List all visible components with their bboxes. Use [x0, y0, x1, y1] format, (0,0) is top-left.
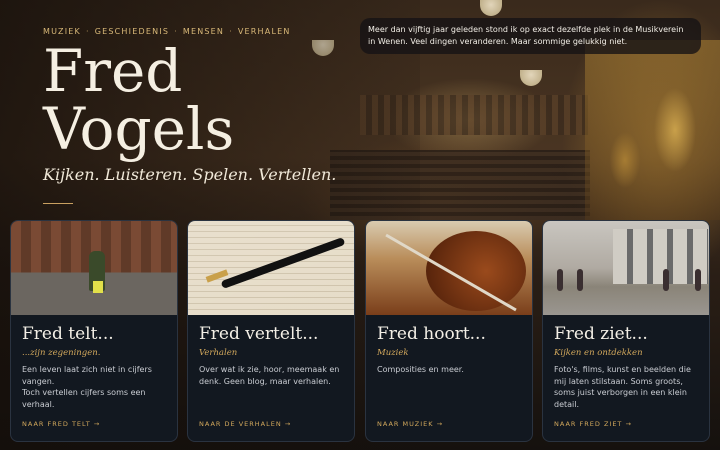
card-image-street-scene — [543, 221, 709, 315]
chandelier-icon — [520, 70, 542, 86]
card-description: Een leven laat zich niet in cijfers vang… — [22, 364, 170, 410]
golden-statues — [585, 40, 720, 220]
card-description: Composities en meer. — [377, 365, 464, 374]
violin-icon — [426, 231, 526, 311]
card-fred-vertelt[interactable]: Fred vertelt... Verhalen Over wat ik zie… — [187, 220, 355, 442]
card-description: Over wat ik zie, hoor, meemaak en denk. … — [199, 365, 340, 386]
yellow-bag — [93, 281, 103, 293]
card-link[interactable]: NAAR DE VERHALEN → — [199, 420, 291, 428]
card-link[interactable]: NAAR FRED ZIET → — [554, 420, 632, 428]
nav-separator: · — [229, 27, 233, 36]
card-link[interactable]: NAAR FRED TELT → — [22, 420, 100, 428]
card-subtitle: Kijken en ontdekken — [554, 348, 643, 358]
nav-separator: · — [85, 27, 90, 36]
pedestrian — [695, 269, 701, 291]
top-navigation: MUZIEK · GESCHIEDENIS · MENSEN · VERHALEN — [43, 27, 291, 36]
card-fred-hoort[interactable]: Fred hoort... Muziek Composities en meer… — [365, 220, 533, 442]
quote-caption: Meer dan vijftig jaar geleden stond ik o… — [360, 18, 701, 54]
title-line-2: Vogels — [43, 95, 235, 163]
card-title: Fred telt... — [22, 324, 114, 344]
card-title: Fred ziet... — [554, 324, 648, 344]
pedestrian — [557, 269, 563, 291]
nav-item-mensen[interactable]: MENSEN — [183, 27, 224, 36]
card-link[interactable]: NAAR MUZIEK → — [377, 420, 443, 428]
building — [613, 229, 708, 284]
pedestrian — [663, 269, 669, 291]
card-fred-telt[interactable]: Fred telt... ...zijn zegeningen. Een lev… — [10, 220, 178, 442]
nav-separator: · — [174, 27, 178, 36]
card-title: Fred vertelt... — [199, 324, 319, 344]
card-subtitle: Muziek — [377, 348, 409, 358]
accent-divider — [43, 203, 73, 204]
card-image-violin — [366, 221, 532, 315]
card-description: Foto's, films, kunst en beelden die mij … — [554, 365, 691, 409]
card-fred-ziet[interactable]: Fred ziet... Kijken en ontdekken Foto's,… — [542, 220, 710, 442]
card-desc-line-2: Toch vertellen cijfers soms een verhaal. — [22, 388, 146, 409]
nav-item-verhalen[interactable]: VERHALEN — [238, 27, 291, 36]
nav-item-muziek[interactable]: MUZIEK — [43, 27, 81, 36]
page-title: Fred Vogels — [43, 42, 234, 158]
nav-item-geschiedenis[interactable]: GESCHIEDENIS — [95, 27, 169, 36]
chandelier-icon — [480, 0, 502, 16]
card-desc-line-1: Een leven laat zich niet in cijfers vang… — [22, 365, 152, 386]
tagline: Kijken. Luisteren. Spelen. Vertellen. — [43, 165, 337, 184]
card-image-fountain-pen — [188, 221, 354, 315]
pedestrian — [577, 269, 583, 291]
card-subtitle: ...zijn zegeningen. — [22, 348, 101, 358]
card-subtitle: Verhalen — [199, 348, 238, 358]
card-image-street — [11, 221, 177, 315]
card-title: Fred hoort... — [377, 324, 486, 344]
pen-icon — [220, 237, 346, 289]
